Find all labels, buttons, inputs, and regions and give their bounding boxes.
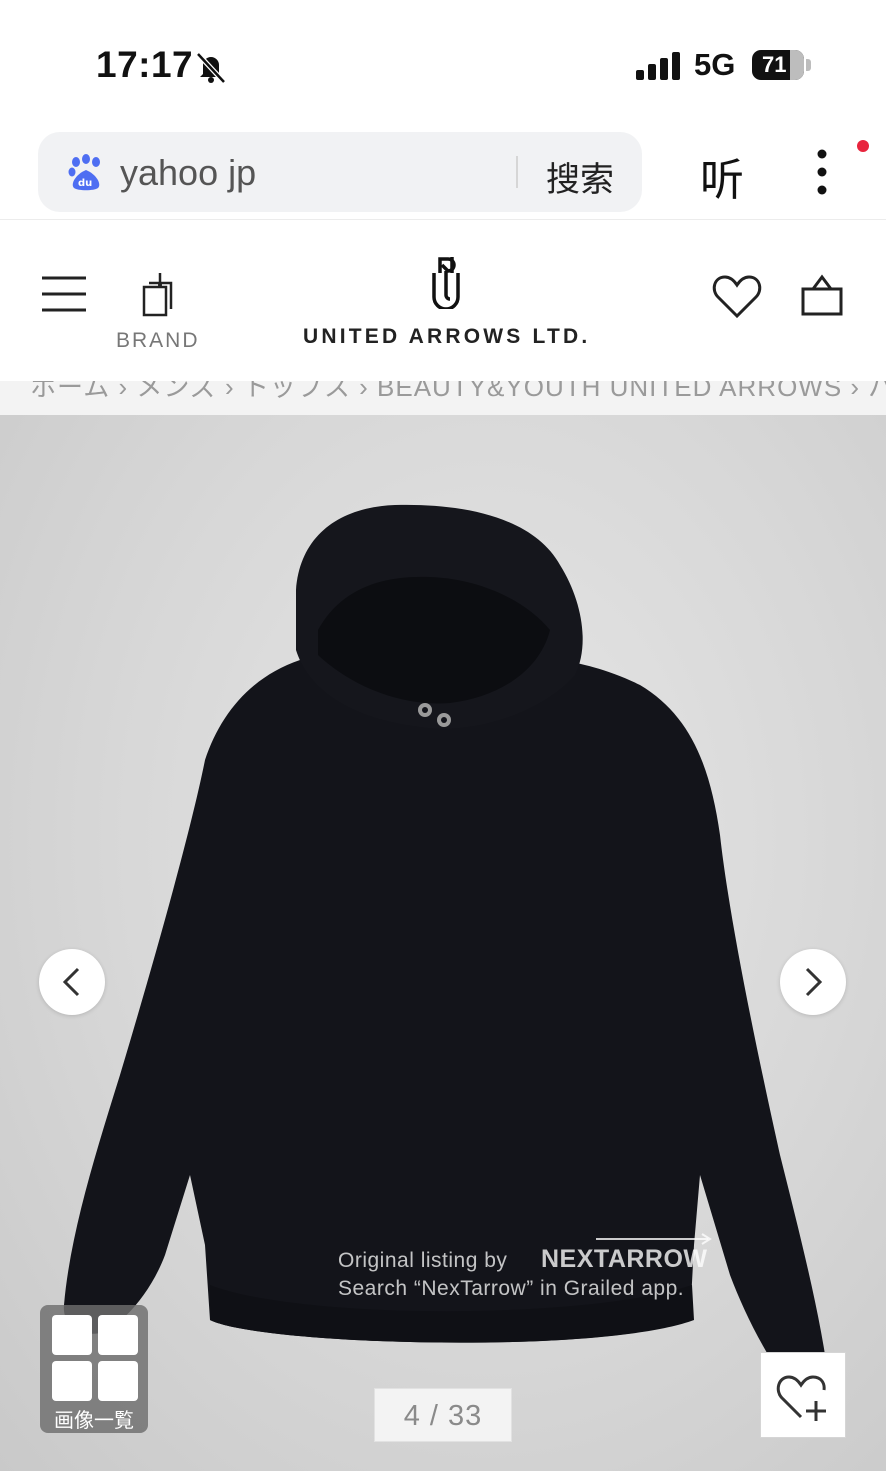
chevron-left-icon <box>62 967 80 997</box>
shopping-bag-icon[interactable] <box>800 273 844 317</box>
watermark-arrow-icon <box>596 1233 712 1245</box>
battery-indicator: 71 <box>752 50 804 80</box>
more-vertical-icon[interactable] <box>815 148 829 196</box>
address-search-box[interactable]: du yahoo jp 搜索 <box>38 132 642 212</box>
hamburger-menu-icon[interactable] <box>42 276 86 312</box>
breadcrumb: ホーム › メンズ › トップス › BEAUTY&YOUTH UNITED A… <box>0 381 886 415</box>
next-image-button[interactable] <box>780 949 846 1015</box>
baidu-paw-icon: du <box>68 154 100 191</box>
brand-tag-icon[interactable] <box>136 271 178 319</box>
battery-nub <box>806 59 811 71</box>
status-bar: 17:17 5G 71 <box>0 0 886 120</box>
search-input[interactable]: yahoo jp <box>120 152 256 194</box>
network-label: 5G <box>694 47 736 82</box>
image-list-label: 画像一覧 <box>54 1410 134 1432</box>
chevron-right-icon <box>805 967 823 997</box>
grid-icon <box>52 1315 138 1401</box>
browser-toolbar: du yahoo jp 搜索 听 <box>0 120 886 220</box>
signal-icon <box>636 52 680 80</box>
listen-button[interactable]: 听 <box>700 144 744 208</box>
image-list-button[interactable]: 画像一覧 <box>40 1305 148 1433</box>
battery-level: 71 <box>762 52 787 77</box>
add-favorite-button[interactable] <box>760 1352 846 1438</box>
status-time: 17:17 <box>96 44 194 85</box>
search-button[interactable]: 搜索 <box>546 152 614 201</box>
brand-label[interactable]: BRAND <box>116 329 200 353</box>
bell-muted-icon <box>196 52 226 84</box>
watermark-caption: Original listing by <box>338 1249 508 1272</box>
site-header: BRAND UNITED ARROWS LTD. <box>0 221 886 381</box>
united-arrows-logo-icon[interactable] <box>426 253 466 309</box>
svg-text:du: du <box>78 178 92 189</box>
watermark-search-hint: Search “NexTarrow” in Grailed app. <box>338 1277 685 1300</box>
favorites-heart-icon[interactable] <box>712 273 762 319</box>
site-logo-text[interactable]: UNITED ARROWS LTD. <box>303 325 590 349</box>
watermark-brand: NEXTARROW <box>541 1245 708 1273</box>
heart-plus-icon <box>776 1375 826 1421</box>
product-image-carousel[interactable]: Original listing by NEXTARROW Search “Ne… <box>0 415 886 1471</box>
breadcrumb-text[interactable]: ホーム › メンズ › トップス › BEAUTY&YOUTH UNITED A… <box>30 381 886 404</box>
previous-image-button[interactable] <box>39 949 105 1015</box>
notification-dot <box>857 140 869 152</box>
search-divider <box>516 156 518 188</box>
image-page-counter: 4 / 33 <box>374 1388 512 1442</box>
